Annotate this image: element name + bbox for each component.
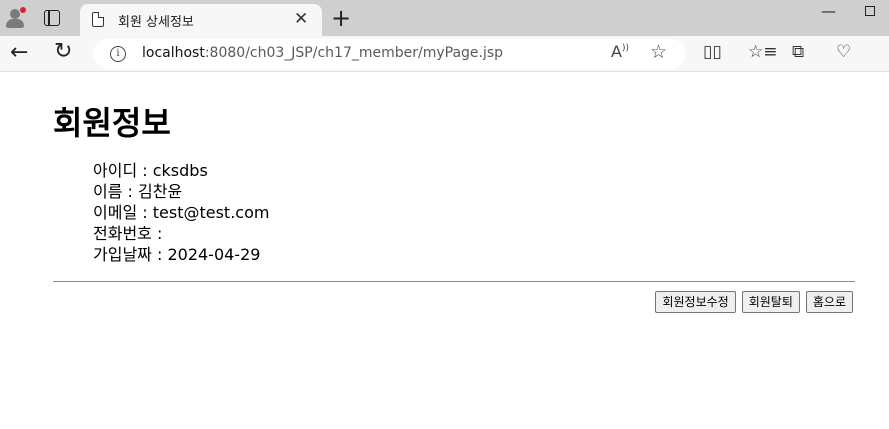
star-icon[interactable]: ☆ [650, 41, 667, 63]
minimize-icon[interactable]: — [821, 2, 836, 20]
member-info-list: 아이디 : cksdbs 이름 : 김찬윤 이메일 : test@test.co… [93, 160, 269, 265]
tab-actions-icon[interactable] [44, 10, 60, 26]
divider [53, 281, 855, 282]
collections-icon[interactable]: ⧉ [792, 42, 804, 62]
info-value: test@test.com [152, 203, 270, 222]
info-label: 전화번호 [93, 224, 152, 243]
split-screen-icon[interactable]: ▯▯ [703, 42, 722, 62]
maximize-icon[interactable] [865, 6, 875, 16]
info-row-phone: 전화번호 : [93, 224, 163, 243]
info-value: 2024-04-29 [167, 245, 261, 264]
info-row-id: 아이디 : cksdbs [93, 161, 208, 180]
edit-member-button[interactable]: 회원정보수정 [655, 291, 736, 313]
new-tab-icon[interactable]: + [331, 4, 351, 32]
profile-icon[interactable] [4, 7, 26, 29]
browser-toolbar: ← ↻ i localhost:8080/ch03_JSP/ch17_membe… [0, 36, 889, 72]
info-icon[interactable]: i [110, 46, 126, 62]
read-aloud-icon[interactable]: A)) [611, 42, 629, 61]
page-favicon-icon [92, 12, 104, 27]
tab-close-icon[interactable]: ✕ [294, 9, 308, 29]
info-label: 이름 [93, 182, 123, 201]
action-buttons: 회원정보수정 회원탈퇴 홈으로 [655, 291, 853, 313]
home-button[interactable]: 홈으로 [805, 291, 853, 313]
browser-tab[interactable]: 회원 상세정보 ✕ [80, 4, 322, 36]
page-title: 회원정보 [53, 104, 171, 142]
info-label: 이메일 [93, 203, 138, 222]
tab-title: 회원 상세정보 [118, 15, 194, 30]
back-arrow-icon[interactable]: ← [10, 40, 28, 65]
url-host: localhost [142, 45, 205, 61]
address-bar[interactable]: i localhost:8080/ch03_JSP/ch17_member/my… [93, 39, 686, 69]
withdraw-member-button[interactable]: 회원탈퇴 [741, 291, 800, 313]
url-path: :8080/ch03_JSP/ch17_member/myPage.jsp [204, 45, 504, 61]
url-text[interactable]: localhost:8080/ch03_JSP/ch17_member/myPa… [142, 45, 503, 61]
info-label: 가입날짜 [93, 245, 152, 264]
info-row-joined: 가입날짜 : 2024-04-29 [93, 245, 261, 264]
info-value: cksdbs [152, 161, 208, 180]
info-label: 아이디 [93, 161, 138, 180]
reload-icon[interactable]: ↻ [54, 39, 72, 64]
browser-essentials-icon[interactable]: ♡ [836, 42, 851, 62]
info-value: 김찬윤 [138, 182, 183, 201]
browser-tab-strip: 회원 상세정보 ✕ + — [0, 0, 889, 36]
favorites-icon[interactable]: ☆≡ [748, 42, 777, 62]
info-row-email: 이메일 : test@test.com [93, 203, 270, 222]
info-row-name: 이름 : 김찬윤 [93, 182, 183, 201]
